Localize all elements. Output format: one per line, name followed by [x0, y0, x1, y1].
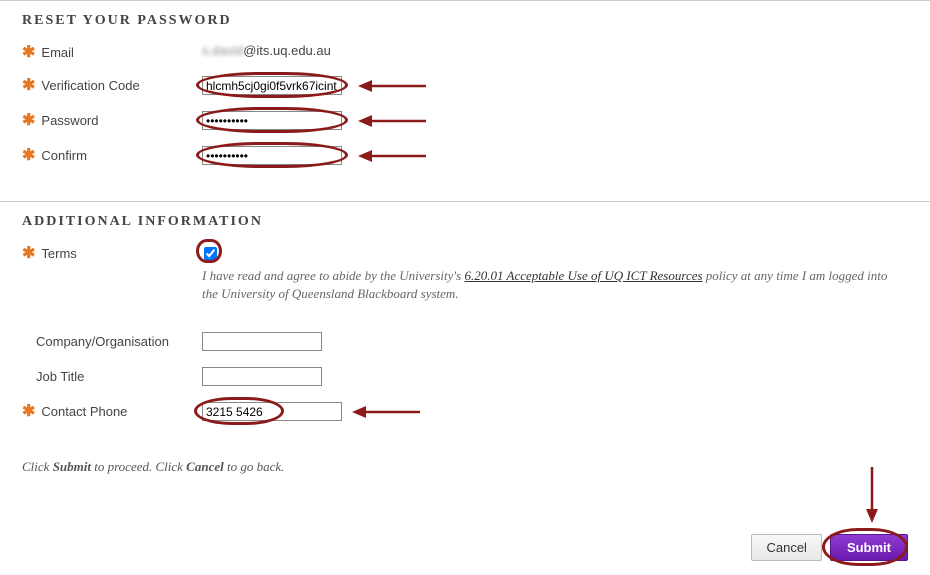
- label-phone: Contact Phone: [41, 404, 127, 419]
- annotation-arrow-icon: [358, 147, 428, 165]
- terms-text: I have read and agree to abide by the Un…: [202, 263, 902, 302]
- email-blurred: s.david: [202, 43, 243, 58]
- jobtitle-input[interactable]: [202, 367, 322, 386]
- label-company: Company/Organisation: [36, 334, 169, 349]
- button-bar: Cancel Submit: [751, 534, 908, 561]
- row-terms: ✱ Terms I have read and agree to abide b…: [0, 236, 930, 310]
- required-icon: ✱: [22, 151, 35, 161]
- label-verification: Verification Code: [41, 78, 139, 93]
- company-input[interactable]: [202, 332, 322, 351]
- required-icon: ✱: [22, 249, 35, 259]
- row-confirm: ✱ Confirm: [0, 138, 930, 173]
- password-input[interactable]: [202, 111, 342, 130]
- annotation-arrow-icon: [358, 112, 428, 130]
- required-icon: ✱: [22, 81, 35, 91]
- confirm-input[interactable]: [202, 146, 342, 165]
- section-title-additional: ADDITIONAL INFORMATION: [0, 202, 930, 236]
- submit-button[interactable]: Submit: [830, 534, 908, 561]
- required-icon: ✱: [22, 116, 35, 126]
- terms-policy-link[interactable]: 6.20.01 Acceptable Use of UQ ICT Resourc…: [464, 268, 702, 283]
- section-title-reset: RESET YOUR PASSWORD: [0, 1, 930, 35]
- verification-input[interactable]: [202, 76, 342, 95]
- email-domain: @its.uq.edu.au: [243, 43, 331, 58]
- cancel-button[interactable]: Cancel: [751, 534, 821, 561]
- label-confirm: Confirm: [41, 148, 87, 163]
- phone-input[interactable]: [202, 402, 342, 421]
- label-email: Email: [41, 45, 74, 60]
- row-jobtitle: Job Title: [0, 359, 930, 394]
- terms-checkbox[interactable]: [204, 247, 217, 260]
- terms-pre: I have read and agree to abide by the Un…: [202, 268, 464, 283]
- annotation-arrow-icon: [352, 403, 422, 421]
- row-phone: ✱ Contact Phone: [0, 394, 930, 429]
- row-email: ✱ Email s.david@its.uq.edu.au: [0, 35, 930, 68]
- row-verification: ✱ Verification Code: [0, 68, 930, 103]
- row-company: Company/Organisation: [0, 324, 930, 359]
- label-jobtitle: Job Title: [36, 369, 84, 384]
- required-icon: ✱: [22, 407, 35, 417]
- label-password: Password: [41, 113, 98, 128]
- footer-hint: Click Submit to proceed. Click Cancel to…: [0, 429, 930, 483]
- row-password: ✱ Password: [0, 103, 930, 138]
- label-terms: Terms: [41, 246, 76, 261]
- required-icon: ✱: [22, 48, 35, 58]
- annotation-arrow-icon: [358, 77, 428, 95]
